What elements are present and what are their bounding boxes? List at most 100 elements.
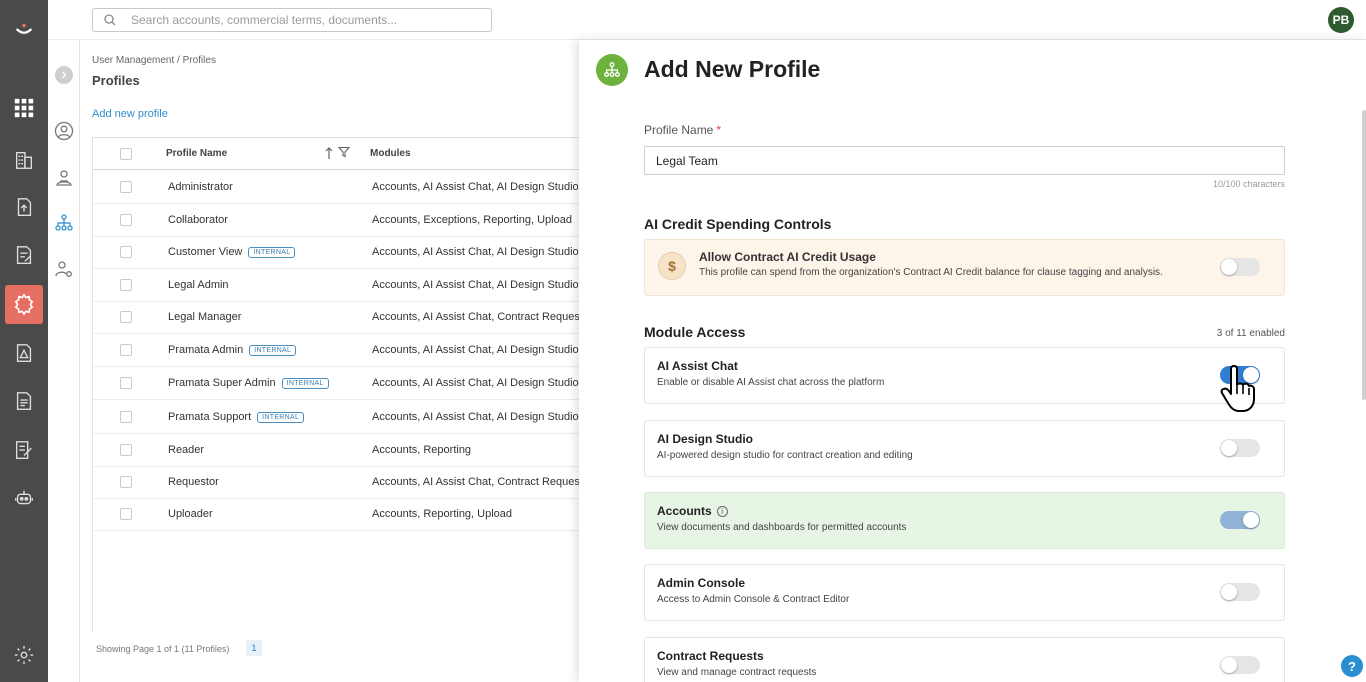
robot-icon[interactable] bbox=[12, 486, 36, 510]
table-row[interactable]: Reader Accounts, Reporting bbox=[93, 434, 593, 467]
row-checkbox[interactable] bbox=[120, 279, 132, 291]
user-management-subnav bbox=[48, 40, 80, 682]
profiles-hierarchy-icon[interactable] bbox=[53, 212, 75, 234]
row-checkbox[interactable] bbox=[120, 214, 132, 226]
row-checkbox[interactable] bbox=[120, 181, 132, 193]
module-description: View and manage contract requests bbox=[657, 667, 817, 678]
hand-pointer-cursor-icon bbox=[1220, 365, 1255, 412]
table-row[interactable]: Legal Admin Accounts, AI Assist Chat, AI … bbox=[93, 269, 593, 302]
search-input[interactable] bbox=[131, 12, 481, 28]
row-checkbox[interactable] bbox=[120, 444, 132, 456]
modules-cell: Accounts, AI Assist Chat, AI Design Stud… bbox=[372, 279, 580, 291]
info-icon[interactable]: i bbox=[716, 506, 728, 517]
upload-document-icon[interactable] bbox=[12, 195, 36, 219]
profile-name-field[interactable] bbox=[644, 146, 1285, 175]
profile-name-cell[interactable]: Requestor bbox=[168, 476, 219, 488]
filter-icon[interactable] bbox=[338, 146, 350, 158]
profile-name-cell[interactable]: Legal Manager bbox=[168, 311, 241, 323]
add-profile-panel: Add New Profile Profile Name* 10/100 cha… bbox=[579, 40, 1366, 682]
user-settings-icon[interactable] bbox=[53, 258, 75, 280]
row-checkbox[interactable] bbox=[120, 344, 132, 356]
profile-name-cell[interactable]: Pramata Support INTERNAL bbox=[168, 411, 305, 423]
table-row[interactable]: Collaborator Accounts, Exceptions, Report… bbox=[93, 204, 593, 237]
credit-usage-toggle[interactable] bbox=[1220, 258, 1260, 276]
table-row[interactable]: Pramata Support INTERNAL Accounts, AI Assi… bbox=[93, 401, 593, 434]
add-new-profile-link[interactable]: Add new profile bbox=[92, 108, 168, 120]
table-row[interactable]: Uploader Accounts, Reporting, Upload bbox=[93, 498, 593, 531]
table-row[interactable]: Pramata Super Admin INTERNAL Accounts, AI … bbox=[93, 367, 593, 400]
row-checkbox[interactable] bbox=[120, 246, 132, 258]
global-search[interactable] bbox=[92, 8, 492, 32]
row-checkbox[interactable] bbox=[120, 411, 132, 423]
module-description: Access to Admin Console & Contract Edito… bbox=[657, 594, 850, 605]
credit-usage-title: Allow Contract AI Credit Usage bbox=[699, 250, 876, 264]
table-row[interactable]: Pramata Admin INTERNAL Accounts, AI Assist… bbox=[93, 334, 593, 367]
profile-name-cell[interactable]: Pramata Super Admin INTERNAL bbox=[168, 377, 329, 389]
profile-name-cell[interactable]: Administrator bbox=[168, 181, 233, 193]
row-checkbox[interactable] bbox=[120, 377, 132, 389]
internal-badge: INTERNAL bbox=[257, 412, 305, 423]
modules-cell: Accounts, AI Assist Chat, AI Design Stud… bbox=[372, 246, 580, 258]
app-logo-icon[interactable] bbox=[12, 18, 36, 42]
table-row[interactable]: Requestor Accounts, AI Assist Chat, Contr… bbox=[93, 466, 593, 499]
row-checkbox[interactable] bbox=[120, 311, 132, 323]
module-title: AI Design Studio bbox=[657, 432, 753, 446]
module-card: Admin Console Access to Admin Console & C… bbox=[644, 564, 1285, 621]
apps-grid-icon[interactable] bbox=[12, 96, 36, 120]
credit-section-title: AI Credit Spending Controls bbox=[644, 216, 832, 232]
profile-name-cell[interactable]: Pramata Admin INTERNAL bbox=[168, 344, 297, 356]
search-icon bbox=[104, 14, 116, 26]
select-all-checkbox[interactable] bbox=[120, 148, 132, 160]
module-section-title: Module Access bbox=[644, 324, 746, 340]
alert-document-icon[interactable] bbox=[12, 341, 36, 365]
user-avatar[interactable]: PB bbox=[1328, 7, 1354, 33]
panel-title: Add New Profile bbox=[644, 56, 821, 82]
expand-nav-chevron-icon[interactable] bbox=[55, 66, 73, 84]
module-toggle[interactable] bbox=[1220, 439, 1260, 457]
module-description: AI-powered design studio for contract cr… bbox=[657, 450, 913, 461]
credit-usage-description: This profile can spend from the organiza… bbox=[699, 267, 1163, 278]
modules-cell: Accounts, AI Assist Chat, AI Design Stud… bbox=[372, 411, 580, 423]
profile-name-cell[interactable]: Legal Admin bbox=[168, 279, 229, 291]
top-bar: PB bbox=[48, 0, 1366, 40]
module-toggle[interactable] bbox=[1220, 583, 1260, 601]
profile-name-cell[interactable]: Collaborator bbox=[168, 214, 228, 226]
panel-scrollbar[interactable] bbox=[1362, 110, 1366, 400]
credit-usage-card: $ Allow Contract AI Credit Usage This pr… bbox=[644, 239, 1285, 296]
contract-sign-icon[interactable] bbox=[12, 438, 36, 462]
help-button[interactable]: ? bbox=[1341, 655, 1363, 677]
profile-name-input[interactable] bbox=[656, 154, 1256, 168]
internal-badge: INTERNAL bbox=[281, 378, 329, 389]
module-description: View documents and dashboards for permit… bbox=[657, 522, 907, 533]
module-description: Enable or disable AI Assist chat across … bbox=[657, 377, 885, 388]
row-checkbox[interactable] bbox=[120, 508, 132, 520]
settings-gear-icon[interactable] bbox=[12, 292, 36, 316]
module-card: Accounts i View documents and dashboards f… bbox=[644, 492, 1285, 549]
profile-name-cell[interactable]: Reader bbox=[168, 444, 204, 456]
table-header: Profile Name Modules bbox=[93, 138, 593, 170]
profile-name-cell[interactable]: Customer View INTERNAL bbox=[168, 246, 296, 258]
column-header-profile-name[interactable]: Profile Name bbox=[166, 148, 227, 159]
modules-cell: Accounts, AI Assist Chat, Contract Reque… bbox=[372, 476, 580, 488]
module-toggle[interactable] bbox=[1220, 511, 1260, 529]
sort-ascending-icon[interactable] bbox=[324, 146, 334, 160]
document-edit-icon[interactable] bbox=[12, 243, 36, 267]
profile-name-cell[interactable]: Uploader bbox=[168, 508, 213, 520]
page-number-button[interactable]: 1 bbox=[246, 640, 262, 656]
table-row[interactable]: Administrator Accounts, AI Assist Chat, A… bbox=[93, 171, 593, 204]
building-icon[interactable] bbox=[12, 148, 36, 172]
row-checkbox[interactable] bbox=[120, 476, 132, 488]
users-admin-icon[interactable] bbox=[53, 167, 75, 189]
user-profile-icon[interactable] bbox=[53, 120, 75, 142]
table-row[interactable]: Legal Manager Accounts, AI Assist Chat, C… bbox=[93, 301, 593, 334]
modules-cell: Accounts, AI Assist Chat, Contract Reque… bbox=[372, 311, 580, 323]
pagination-info: Showing Page 1 of 1 (11 Profiles) bbox=[96, 644, 230, 654]
report-document-icon[interactable] bbox=[12, 389, 36, 413]
column-header-modules[interactable]: Modules bbox=[370, 148, 411, 159]
breadcrumb[interactable]: User Management / Profiles bbox=[92, 55, 216, 66]
table-row[interactable]: Customer View INTERNAL Accounts, AI Assist… bbox=[93, 236, 593, 269]
module-title: Accounts i bbox=[657, 504, 728, 518]
module-card: AI Design Studio AI-powered design studio… bbox=[644, 420, 1285, 477]
module-toggle[interactable] bbox=[1220, 656, 1260, 674]
bottom-settings-icon[interactable] bbox=[12, 643, 36, 667]
